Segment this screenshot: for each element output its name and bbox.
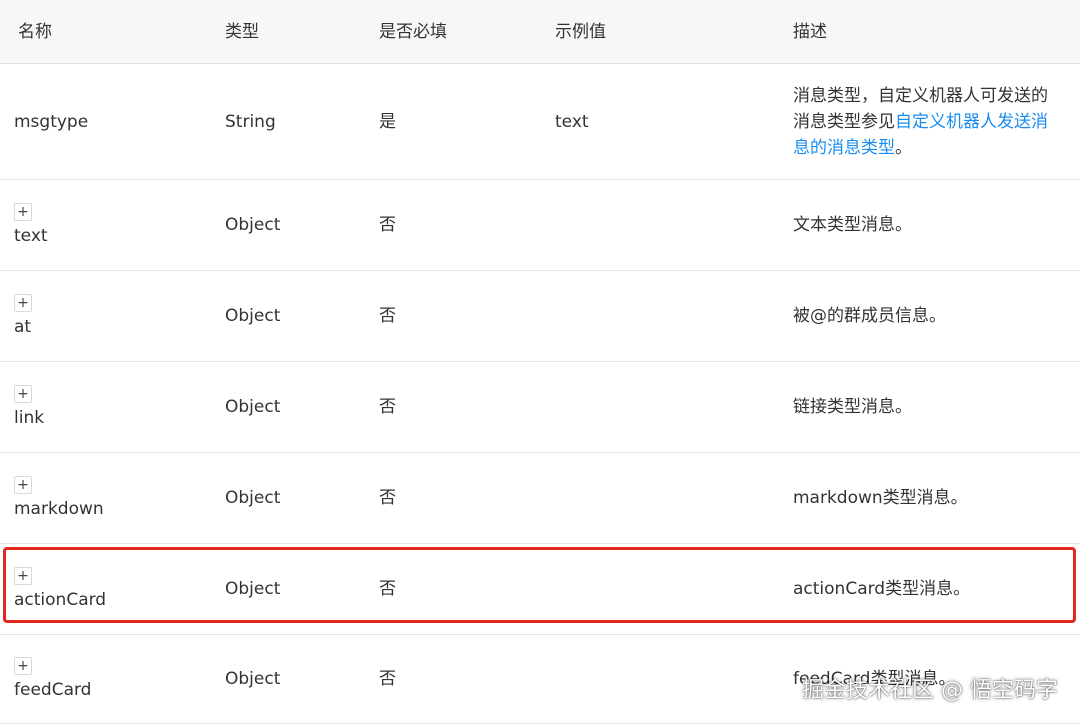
param-example <box>555 271 785 361</box>
param-description: actionCard类型消息。 <box>793 579 971 599</box>
header-name: 名称 <box>18 21 52 42</box>
table-row-markdown: + markdown Object 否 markdown类型消息。 <box>0 453 1080 544</box>
param-name: text <box>14 226 48 246</box>
param-name: msgtype <box>14 111 89 132</box>
param-example <box>555 362 785 452</box>
param-name-cell: + actionCard <box>14 544 214 634</box>
params-table: 名称 类型 是否必填 示例值 描述 msgtype String 是 text … <box>0 0 1080 724</box>
param-type: Object <box>225 397 281 417</box>
expand-button[interactable]: + <box>14 385 32 403</box>
param-required: 否 <box>379 488 396 508</box>
table-row-msgtype: msgtype String 是 text 消息类型，自定义机器人可发送的消息类… <box>0 64 1080 180</box>
param-name-cell: + link <box>14 362 214 452</box>
param-type: Object <box>225 306 281 326</box>
param-type: Object <box>225 488 281 508</box>
param-name-cell: + feedCard <box>14 635 214 723</box>
expand-button[interactable]: + <box>14 567 32 585</box>
param-name: actionCard <box>14 590 107 610</box>
param-description: markdown类型消息。 <box>793 488 968 508</box>
param-description: 文本类型消息。 <box>793 215 912 235</box>
param-required: 否 <box>379 669 396 689</box>
param-type: Object <box>225 579 281 599</box>
table-row-link: + link Object 否 链接类型消息。 <box>0 362 1080 453</box>
param-example <box>555 453 785 543</box>
expand-button[interactable]: + <box>14 657 32 675</box>
param-required: 否 <box>379 397 396 417</box>
description-suffix: 。 <box>895 137 912 158</box>
param-required: 否 <box>379 579 396 599</box>
param-example <box>555 635 785 723</box>
param-description: 被@的群成员信息。 <box>793 306 946 326</box>
param-type: Object <box>225 669 281 689</box>
param-name: markdown <box>14 499 104 519</box>
table-header: 名称 类型 是否必填 示例值 描述 <box>0 0 1080 64</box>
header-required: 是否必填 <box>379 21 447 42</box>
param-name: link <box>14 408 45 428</box>
header-description: 描述 <box>793 21 827 42</box>
table-row-actioncard: + actionCard Object 否 actionCard类型消息。 <box>0 544 1080 635</box>
param-example <box>555 180 785 270</box>
param-name-cell: + at <box>14 271 214 361</box>
watermark: 掘金技术社区 @ 悟空码字 <box>802 678 1058 703</box>
param-name: feedCard <box>14 680 92 700</box>
expand-button[interactable]: + <box>14 203 32 221</box>
param-description: 消息类型，自定义机器人可发送的消息类型参见自定义机器人发送消息的消息类型。 <box>793 64 1058 179</box>
header-type: 类型 <box>225 21 259 42</box>
param-description: 链接类型消息。 <box>793 397 912 417</box>
param-type: String <box>225 111 276 132</box>
expand-button[interactable]: + <box>14 294 32 312</box>
param-example <box>555 544 785 634</box>
param-name-cell: + markdown <box>14 453 214 543</box>
expand-button[interactable]: + <box>14 476 32 494</box>
param-type: Object <box>225 215 281 235</box>
param-required: 否 <box>379 215 396 235</box>
param-name: at <box>14 317 32 337</box>
param-required: 否 <box>379 306 396 326</box>
param-name-cell: + text <box>14 180 214 270</box>
param-required: 是 <box>379 111 396 132</box>
header-example: 示例值 <box>555 21 606 42</box>
param-example: text <box>555 111 589 132</box>
table-row-at: + at Object 否 被@的群成员信息。 <box>0 271 1080 362</box>
table-row-text: + text Object 否 文本类型消息。 <box>0 180 1080 271</box>
